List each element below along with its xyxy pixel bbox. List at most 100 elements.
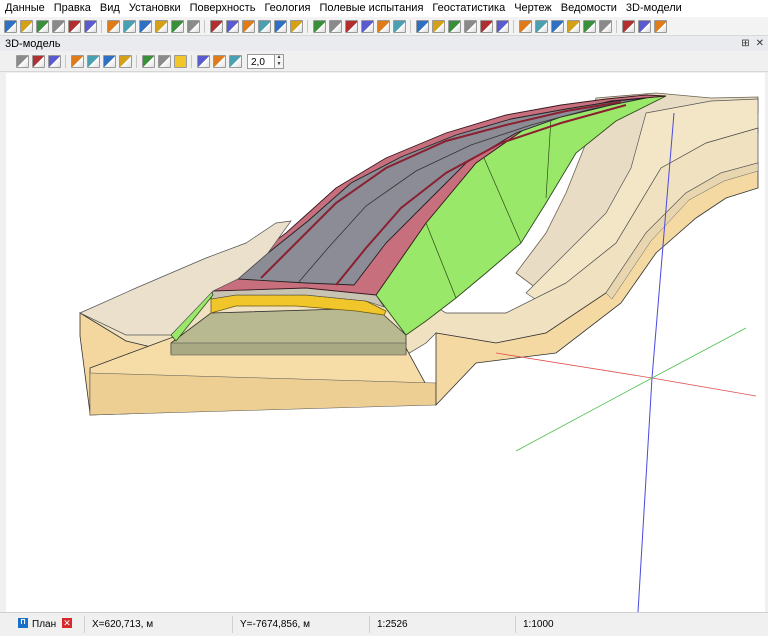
table-icon[interactable] [289, 19, 303, 33]
info-icon[interactable] [328, 19, 342, 33]
axis-z-blue-down [637, 377, 653, 612]
toolbar-separator [136, 54, 137, 68]
status-x-coordinate: X=620,713, м [84, 616, 224, 633]
toolbar-separator [191, 54, 192, 68]
axis-z-icon[interactable] [70, 54, 84, 68]
print-icon[interactable] [51, 19, 65, 33]
plan-tab-label[interactable]: План [32, 616, 56, 633]
toolbar-separator [204, 19, 205, 33]
save-icon[interactable] [35, 19, 49, 33]
toolbar-separator [513, 19, 514, 33]
open-icon[interactable] [19, 19, 33, 33]
axis-y-green [651, 327, 747, 379]
layers-icon[interactable] [141, 54, 155, 68]
tile-icon[interactable] [598, 19, 612, 33]
menu-item[interactable]: Установки [124, 0, 185, 17]
toolbar-separator [65, 54, 66, 68]
menu-item[interactable]: Геостатистика [427, 0, 509, 17]
3d-scene[interactable] [6, 73, 765, 612]
texture-icon[interactable] [212, 54, 226, 68]
axis-v-icon[interactable] [118, 54, 132, 68]
new-icon[interactable] [3, 19, 17, 33]
toolbar-separator [410, 19, 411, 33]
axis-y-icon[interactable] [102, 54, 116, 68]
zoom-spinner[interactable]: ▲ ▼ [275, 53, 284, 69]
green-square-icon[interactable] [479, 19, 493, 33]
copy-icon[interactable] [447, 19, 461, 33]
close-icon[interactable]: ✕ [756, 37, 764, 51]
pin-icon[interactable]: ⊞ [741, 37, 749, 51]
rotate-icon[interactable] [15, 54, 29, 68]
delete-icon[interactable] [344, 19, 358, 33]
view-toolbar-icons [14, 54, 243, 68]
status-y-coordinate: Y=-7674,856, м [232, 616, 362, 633]
stamp-icon[interactable] [392, 19, 406, 33]
view-icon[interactable] [31, 54, 45, 68]
window-icon[interactable] [582, 19, 596, 33]
page-icon[interactable] [376, 19, 390, 33]
menu-item[interactable]: Правка [49, 0, 95, 17]
pan-icon[interactable] [122, 19, 136, 33]
grid-icon[interactable] [170, 19, 184, 33]
menu-item[interactable]: 3D-модели [621, 0, 686, 17]
monitor-icon[interactable] [47, 54, 61, 68]
panel-title-bar: 3D-модель ⊞ ✕ [0, 35, 768, 51]
pointer-icon[interactable] [495, 19, 509, 33]
menu-item[interactable]: Геология [259, 0, 314, 17]
fit-icon[interactable] [138, 19, 152, 33]
toolbar-separator [101, 19, 102, 33]
target-icon[interactable] [518, 19, 532, 33]
plan-icon: П [18, 618, 28, 628]
arrow-icon[interactable] [534, 19, 548, 33]
menu-item[interactable]: Данные [0, 0, 49, 17]
pencil-icon[interactable] [241, 19, 255, 33]
axis-x-red [495, 352, 653, 379]
layers-icon[interactable] [154, 19, 168, 33]
wire-icon[interactable] [196, 54, 210, 68]
menu-item[interactable]: Полевые испытания [314, 0, 427, 17]
menu-item[interactable]: Поверхность [185, 0, 260, 17]
status-bar: П План ✕ X=620,713, м Y=-7674,856, м 1:2… [0, 612, 768, 636]
toolbar-separator [616, 19, 617, 33]
zoom-out-icon[interactable] [83, 19, 97, 33]
status-scale-3d: 1:2526 [369, 616, 509, 633]
panel-title: 3D-модель [5, 37, 61, 50]
surface-icon[interactable] [157, 54, 171, 68]
base-layer-olive-bottom [170, 342, 407, 356]
zoom-value-field[interactable]: 2,0 [247, 53, 275, 69]
main-toolbar [0, 17, 768, 35]
cascade-icon[interactable] [621, 19, 635, 33]
menu-item[interactable]: Вид [95, 0, 124, 17]
axis-x-icon[interactable] [86, 54, 100, 68]
frame-icon[interactable] [360, 19, 374, 33]
paste-icon[interactable] [463, 19, 477, 33]
zoom-in-icon[interactable] [67, 19, 81, 33]
arrange-icon[interactable] [637, 19, 651, 33]
view-toolbar: 2,0 ▲ ▼ [0, 51, 768, 72]
light-icon[interactable] [228, 54, 242, 68]
split-icon[interactable] [550, 19, 564, 33]
solid-icon[interactable] [173, 54, 187, 68]
export-icon[interactable] [415, 19, 429, 33]
tools-icon[interactable] [312, 19, 326, 33]
palette-icon[interactable] [431, 19, 445, 33]
measure-icon[interactable] [225, 19, 239, 33]
axis-x-red-right [651, 377, 757, 397]
spin-down-icon[interactable]: ▼ [277, 61, 282, 67]
status-scale-plan: 1:1000 [515, 616, 715, 633]
spin-up-icon[interactable]: ▲ [277, 55, 282, 60]
move-icon[interactable] [186, 19, 200, 33]
join-icon[interactable] [566, 19, 580, 33]
menu-item[interactable]: Чертеж [509, 0, 556, 17]
axis-y-green-left [515, 377, 653, 452]
panel-icon[interactable] [653, 19, 667, 33]
toolbar-separator [307, 19, 308, 33]
menu-item[interactable]: Ведомости [556, 0, 621, 17]
rotate-icon[interactable] [209, 19, 223, 33]
close-plan-icon[interactable]: ✕ [62, 618, 72, 628]
3d-viewport[interactable] [6, 73, 765, 612]
zoom-window-icon[interactable] [106, 19, 120, 33]
undo-icon[interactable] [257, 19, 271, 33]
menu-bar: Данные Правка Вид Установки Поверхность Геоло… [0, 0, 768, 17]
redo-icon[interactable] [273, 19, 287, 33]
